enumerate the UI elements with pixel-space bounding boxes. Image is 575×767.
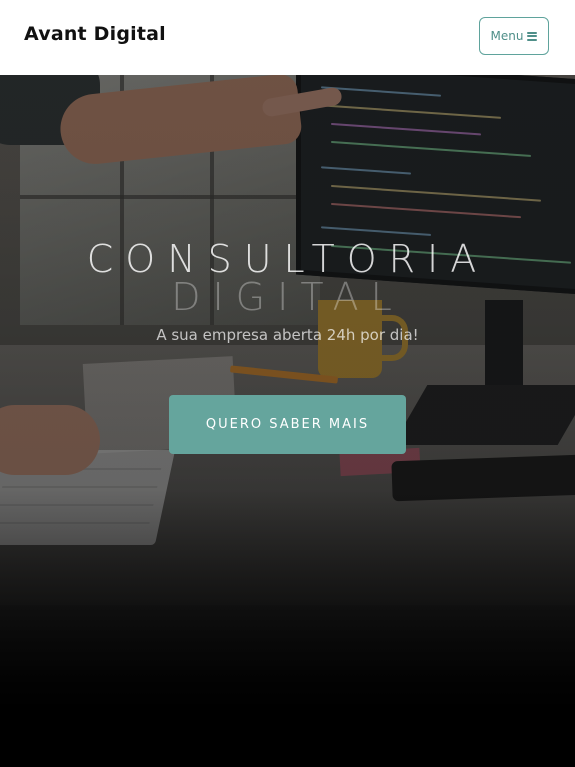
brand-logo[interactable]: Avant Digital [24,23,166,45]
hero-subtitle: A sua empresa aberta 24h por dia! [156,326,419,344]
hero-title-line2: DIGITAL [171,275,404,319]
hero-section: CONSULTORIA DIGITAL A sua empresa aberta… [0,75,575,767]
menu-label: Menu [490,29,524,43]
hero-title: CONSULTORIA DIGITAL [0,240,575,316]
menu-button[interactable]: Menu [479,17,549,55]
cta-button[interactable]: QUERO SABER MAIS [169,395,406,454]
navbar: Avant Digital Menu [0,0,575,75]
bars-icon [527,31,538,41]
